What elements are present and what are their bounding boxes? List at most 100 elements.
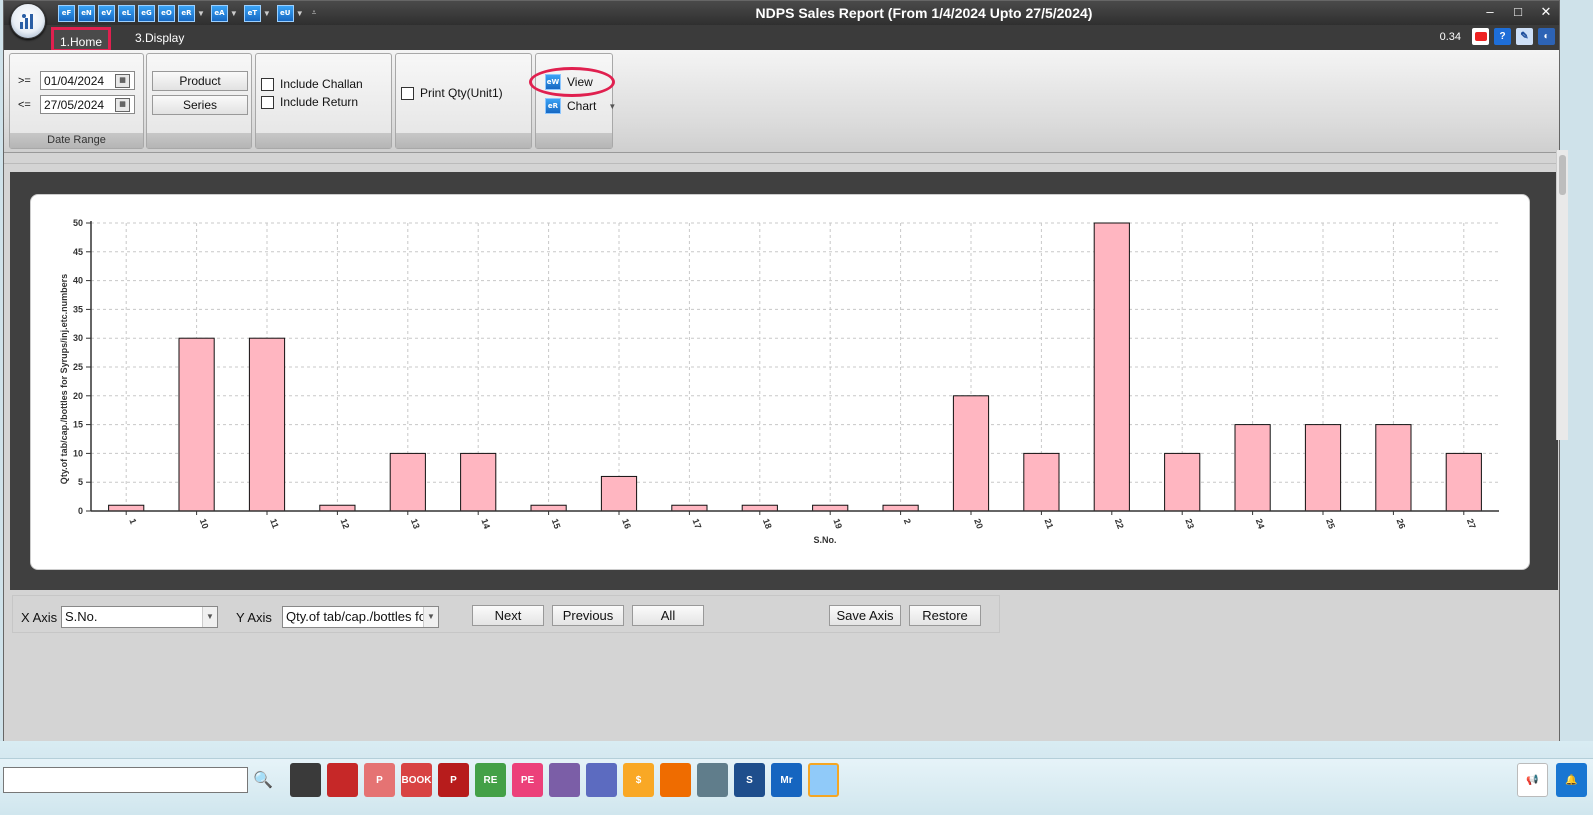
taskbar-right-icons: 📢 🔔 bbox=[1517, 763, 1587, 797]
all-button[interactable]: All bbox=[632, 605, 704, 626]
vertical-scrollbar[interactable] bbox=[1556, 150, 1568, 440]
qat-v-icon[interactable]: eV bbox=[98, 4, 115, 22]
bar bbox=[248, 337, 286, 512]
ribbon-tab-row: 1.Home 3.Display 0.34 ? ✎ ◐ bbox=[4, 25, 1559, 52]
print-group: Print Qty(Unit1) bbox=[395, 53, 532, 149]
customize-qat-icon[interactable]: ⩡ bbox=[312, 8, 317, 18]
view-highlight-annotation bbox=[529, 67, 615, 97]
chart-panel: 0 5 10 15 20 25 30 35 40 45 50 1 10 11 12 13 14 15 16 17 18 1… bbox=[30, 194, 1530, 570]
axis-control-bar: X Axis S.No. ▼ Y Axis Qty.of tab/cap./bot… bbox=[12, 595, 1000, 633]
x-tick-label: 16 bbox=[620, 517, 633, 530]
y-axis-label: Y Axis bbox=[236, 610, 272, 625]
notes-icon[interactable]: ✎ bbox=[1516, 28, 1533, 45]
y-axis-select[interactable]: Qty.of tab/cap./bottles fo ▼ bbox=[282, 606, 439, 628]
announcement-icon[interactable]: 📢 bbox=[1517, 763, 1548, 797]
date-range-group: >= 01/04/2024 ▦ <= 27/05/2024 ▦ Date Range bbox=[9, 53, 144, 149]
x-tick-label: 20 bbox=[972, 517, 985, 530]
date-range-label: Date Range bbox=[10, 133, 143, 148]
x-tick-label: 2 bbox=[902, 517, 913, 525]
qat-n-icon[interactable]: eN bbox=[78, 4, 95, 22]
qat-f-icon[interactable]: eF bbox=[58, 4, 75, 22]
qat-g-icon[interactable]: eG bbox=[138, 4, 155, 22]
y-tick-label: 20 bbox=[73, 391, 83, 401]
qat-l-icon[interactable]: eL bbox=[118, 4, 135, 22]
tb-app-1-icon[interactable] bbox=[290, 763, 321, 797]
tb-app-5-icon[interactable]: P bbox=[438, 763, 469, 797]
chevron-down-icon[interactable]: ▼ bbox=[263, 9, 271, 18]
to-date-field[interactable]: 27/05/2024 ▦ bbox=[40, 95, 135, 114]
zoom-value: 0.34 bbox=[1439, 30, 1461, 43]
from-date-field[interactable]: 01/04/2024 ▦ bbox=[40, 71, 135, 90]
tb-app-6-icon[interactable]: RE bbox=[475, 763, 506, 797]
include-return-checkbox[interactable] bbox=[261, 95, 274, 109]
save-axis-button[interactable]: Save Axis bbox=[829, 605, 901, 626]
maximize-button[interactable]: □ bbox=[1511, 4, 1525, 20]
qat-u-icon[interactable]: eU bbox=[276, 4, 294, 22]
previous-button[interactable]: Previous bbox=[552, 605, 624, 626]
bar bbox=[1304, 424, 1342, 512]
bell-icon[interactable]: 🔔 bbox=[1556, 763, 1587, 797]
calendar-icon[interactable]: ▦ bbox=[115, 98, 130, 112]
app-logo-icon[interactable] bbox=[10, 3, 46, 39]
bar bbox=[1234, 424, 1271, 512]
bar bbox=[108, 504, 145, 512]
tb-app-13-icon[interactable]: S bbox=[734, 763, 765, 797]
tb-app-12-icon[interactable] bbox=[697, 763, 728, 797]
from-date-value: 01/04/2024 bbox=[44, 73, 105, 88]
tb-app-7-icon[interactable]: PE bbox=[512, 763, 543, 797]
filter-group: Product Series bbox=[146, 53, 252, 149]
next-button[interactable]: Next bbox=[472, 605, 544, 626]
y-tick-label: 35 bbox=[73, 304, 83, 314]
bar bbox=[1445, 452, 1482, 512]
qat-o-icon[interactable]: eO bbox=[158, 4, 175, 22]
youtube-icon[interactable] bbox=[1472, 28, 1489, 45]
include-return-label: Include Return bbox=[280, 95, 359, 109]
chevron-down-icon[interactable]: ▼ bbox=[608, 102, 616, 111]
minimize-button[interactable]: – bbox=[1483, 4, 1497, 20]
tb-app-14-icon[interactable]: Mr bbox=[771, 763, 802, 797]
bar bbox=[741, 504, 778, 512]
tb-app-3-icon[interactable]: P bbox=[364, 763, 395, 797]
chevron-down-icon[interactable]: ▼ bbox=[296, 9, 304, 18]
chevron-down-icon[interactable]: ▼ bbox=[230, 9, 238, 18]
bar bbox=[1023, 452, 1060, 512]
qat-t-icon[interactable]: eT bbox=[243, 4, 261, 22]
tb-app-2-icon[interactable] bbox=[327, 763, 358, 797]
series-button[interactable]: Series bbox=[152, 95, 248, 115]
qat-a-icon[interactable]: eA bbox=[210, 4, 228, 22]
include-challan-checkbox[interactable] bbox=[261, 77, 274, 91]
restore-button[interactable]: Restore bbox=[909, 605, 981, 626]
tb-app-11-icon[interactable] bbox=[660, 763, 691, 797]
print-qty-checkbox[interactable] bbox=[401, 86, 414, 100]
y-axis-value: Qty.of tab/cap./bottles fo bbox=[286, 609, 426, 624]
x-tick-label: 22 bbox=[1113, 517, 1126, 530]
help-icon[interactable]: ? bbox=[1494, 28, 1511, 45]
tb-app-10-icon[interactable]: $ bbox=[623, 763, 654, 797]
chart-button[interactable]: eR Chart ▼ bbox=[545, 98, 616, 114]
qat-r-icon[interactable]: eR bbox=[178, 4, 195, 22]
bar bbox=[600, 475, 638, 512]
chevron-down-icon[interactable]: ▼ bbox=[202, 607, 217, 627]
scrollbar-thumb[interactable] bbox=[1559, 155, 1566, 195]
tb-app-9-icon[interactable] bbox=[586, 763, 617, 797]
taskbar-search-input[interactable] bbox=[3, 767, 248, 793]
tab-home[interactable]: 1.Home bbox=[51, 27, 111, 52]
x-tick-label: 12 bbox=[339, 517, 352, 530]
bar bbox=[389, 452, 426, 512]
chevron-down-icon[interactable]: ▼ bbox=[423, 607, 438, 627]
tb-app-8-icon[interactable] bbox=[549, 763, 580, 797]
tab-display[interactable]: 3.Display bbox=[129, 29, 190, 47]
y-tick-label: 45 bbox=[73, 247, 83, 257]
close-button[interactable]: ✕ bbox=[1539, 4, 1553, 20]
y-tick-label: 30 bbox=[73, 333, 83, 343]
filter-group-label bbox=[147, 133, 251, 148]
chevron-down-icon[interactable]: ▼ bbox=[197, 9, 205, 18]
product-button[interactable]: Product bbox=[152, 71, 248, 91]
tb-app-15-icon[interactable] bbox=[808, 763, 839, 797]
tb-app-4-icon[interactable]: BOOK bbox=[401, 763, 432, 797]
top-right-tools: 0.34 ? ✎ ◐ bbox=[1440, 28, 1555, 45]
info-icon[interactable]: ◐ bbox=[1538, 28, 1555, 45]
calendar-icon[interactable]: ▦ bbox=[115, 74, 130, 88]
search-icon[interactable]: 🔍 bbox=[253, 770, 273, 790]
x-axis-select[interactable]: S.No. ▼ bbox=[61, 606, 218, 628]
